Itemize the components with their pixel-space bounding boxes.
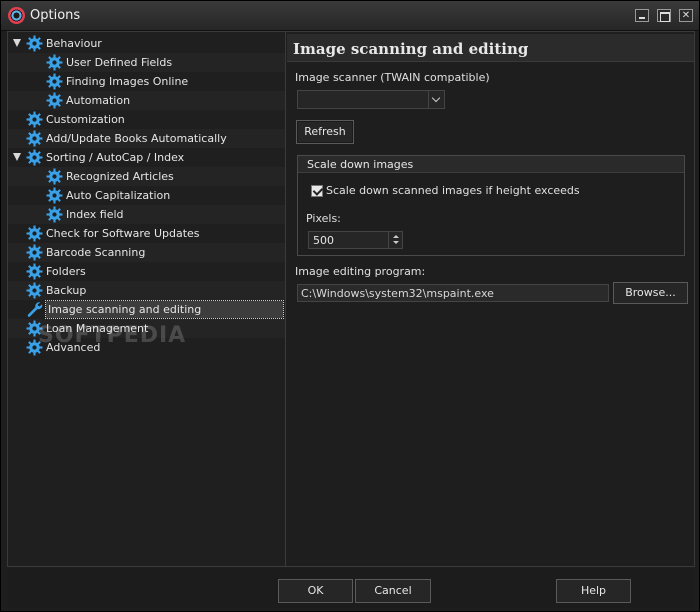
tree-item[interactable]: Add/Update Books Automatically bbox=[8, 129, 285, 148]
pixels-value[interactable]: 500 bbox=[313, 234, 334, 247]
gear-icon bbox=[46, 54, 63, 71]
gear-icon bbox=[26, 282, 43, 299]
title-bar[interactable]: Options ✕ bbox=[1, 1, 699, 31]
tree-item[interactable]: Recognized Articles bbox=[8, 167, 285, 186]
tree-item[interactable]: Advanced bbox=[8, 338, 285, 357]
editor-label: Image editing program: bbox=[295, 265, 426, 278]
tree-item-label: Image scanning and editing bbox=[45, 300, 284, 319]
tree-item-label: Backup bbox=[46, 284, 87, 297]
scanner-label: Image scanner (TWAIN compatible) bbox=[295, 71, 490, 84]
tree-item[interactable]: Barcode Scanning bbox=[8, 243, 285, 262]
panel-header: Image scanning and editing bbox=[287, 34, 694, 62]
dialog-footer: OK Cancel Help bbox=[8, 568, 694, 608]
scanner-select[interactable] bbox=[297, 90, 445, 109]
tree-item-label: Finding Images Online bbox=[66, 75, 189, 88]
wrench-icon bbox=[26, 301, 43, 318]
gear-icon bbox=[26, 320, 43, 337]
pixels-label: Pixels: bbox=[306, 212, 341, 225]
tree-item-label: Loan Management bbox=[46, 322, 149, 335]
gear-icon bbox=[26, 339, 43, 356]
scale-down-checkbox[interactable] bbox=[311, 185, 323, 197]
tree-item-label: Automation bbox=[66, 94, 131, 107]
tree-item[interactable]: Folders bbox=[8, 262, 285, 281]
chevron-up-icon[interactable] bbox=[393, 235, 399, 238]
tree-item[interactable]: Sorting / AutoCap / Index bbox=[8, 148, 285, 167]
pixels-stepper[interactable]: 500 bbox=[308, 231, 403, 249]
group-header: Scale down images bbox=[298, 156, 684, 173]
gear-icon bbox=[26, 225, 43, 242]
tree-item[interactable]: Finding Images Online bbox=[8, 72, 285, 91]
tree-item[interactable]: Loan Management bbox=[8, 319, 285, 338]
ok-button[interactable]: OK bbox=[278, 579, 353, 603]
group-title: Scale down images bbox=[307, 158, 414, 171]
settings-panel: Image scanning and editing Image scanner… bbox=[287, 32, 694, 566]
tree-item[interactable]: Check for Software Updates bbox=[8, 224, 285, 243]
tree-item-label: Folders bbox=[46, 265, 86, 278]
browse-button[interactable]: Browse... bbox=[613, 282, 688, 304]
tree-item-label: Auto Capitalization bbox=[66, 189, 171, 202]
maximize-button[interactable] bbox=[657, 9, 671, 22]
gear-icon bbox=[26, 111, 43, 128]
close-button[interactable]: ✕ bbox=[679, 9, 693, 22]
editor-path-field[interactable]: C:\Windows\system32\mspaint.exe bbox=[297, 284, 609, 302]
gear-icon bbox=[46, 92, 63, 109]
tree-item[interactable]: Image scanning and editing bbox=[8, 300, 285, 319]
scale-down-group: Scale down images Scale down scanned ima… bbox=[297, 155, 685, 256]
tree-item[interactable]: User Defined Fields bbox=[8, 53, 285, 72]
chevron-down-icon[interactable] bbox=[428, 91, 444, 108]
gear-icon bbox=[26, 149, 43, 166]
tree-item[interactable]: Auto Capitalization bbox=[8, 186, 285, 205]
app-logo-icon bbox=[8, 7, 25, 24]
help-button[interactable]: Help bbox=[556, 579, 631, 603]
minimize-button[interactable] bbox=[635, 9, 649, 22]
panel-title: Image scanning and editing bbox=[293, 40, 529, 58]
expand-arrow-icon[interactable] bbox=[13, 153, 21, 161]
refresh-button[interactable]: Refresh bbox=[296, 120, 354, 144]
window-title: Options bbox=[30, 8, 81, 23]
cancel-button[interactable]: Cancel bbox=[355, 579, 431, 603]
gear-icon bbox=[46, 187, 63, 204]
gear-icon bbox=[26, 263, 43, 280]
tree-item-label: Recognized Articles bbox=[66, 170, 174, 183]
tree-item[interactable]: Index field bbox=[8, 205, 285, 224]
gear-icon bbox=[46, 206, 63, 223]
tree-item-label: Sorting / AutoCap / Index bbox=[46, 151, 185, 164]
tree-item-label: Barcode Scanning bbox=[46, 246, 146, 259]
tree-item-label: Check for Software Updates bbox=[46, 227, 200, 240]
options-tree[interactable]: Behaviour User Defined Fields Finding Imag… bbox=[8, 32, 286, 566]
gear-icon bbox=[46, 168, 63, 185]
tree-item-label: Customization bbox=[46, 113, 125, 126]
gear-icon bbox=[26, 130, 43, 147]
tree-item[interactable]: Automation bbox=[8, 91, 285, 110]
gear-icon bbox=[26, 35, 43, 52]
tree-item[interactable]: Backup bbox=[8, 281, 285, 300]
tree-item-label: User Defined Fields bbox=[66, 56, 173, 69]
tree-item[interactable]: Customization bbox=[8, 110, 285, 129]
stepper-buttons[interactable] bbox=[388, 232, 402, 248]
tree-item-label: Behaviour bbox=[46, 37, 102, 50]
gear-icon bbox=[46, 73, 63, 90]
tree-item[interactable]: Behaviour bbox=[8, 34, 285, 53]
gear-icon bbox=[26, 244, 43, 261]
tree-item-label: Add/Update Books Automatically bbox=[46, 132, 227, 145]
tree-item-label: Index field bbox=[66, 208, 124, 221]
editor-path-value[interactable]: C:\Windows\system32\mspaint.exe bbox=[301, 287, 494, 300]
scale-down-checkbox-label[interactable]: Scale down scanned images if height exce… bbox=[326, 184, 580, 197]
tree-item-label: Advanced bbox=[46, 341, 101, 354]
chevron-down-icon[interactable] bbox=[393, 241, 399, 244]
options-window: Options ✕ Behaviour User Defined Fields Fi… bbox=[0, 0, 700, 612]
expand-arrow-icon[interactable] bbox=[13, 39, 21, 47]
